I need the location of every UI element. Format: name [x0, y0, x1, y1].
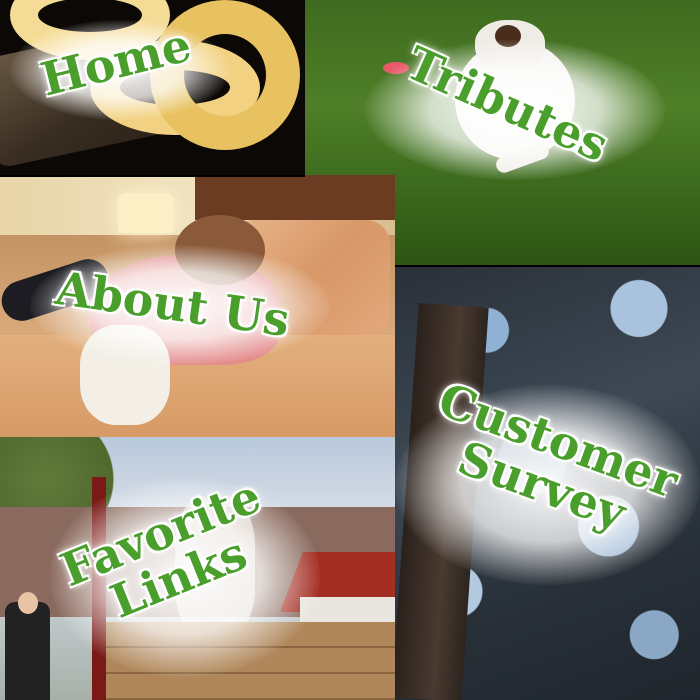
tile-divider [0, 175, 305, 177]
nav-tile-favorite-links[interactable]: Favorite Links [0, 437, 395, 700]
nav-tile-customer-survey[interactable]: Customer Survey [395, 265, 700, 700]
nav-tile-home[interactable]: Home [0, 0, 305, 175]
nav-tile-about-us[interactable]: About Us [0, 175, 395, 437]
tile-divider [395, 265, 700, 267]
